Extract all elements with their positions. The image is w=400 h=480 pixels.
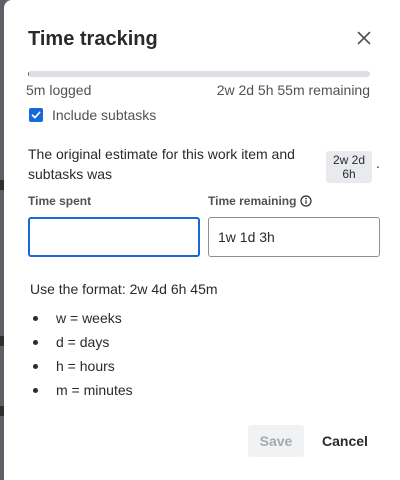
estimate-trailing-period: . — [376, 155, 380, 171]
time-remaining-input[interactable] — [208, 217, 380, 257]
list-item: d = days — [30, 330, 133, 354]
list-item: w = weeks — [30, 306, 133, 330]
save-button[interactable]: Save — [248, 425, 304, 457]
time-logged-progress-bar — [28, 71, 370, 77]
time-spent-label: Time spent — [28, 194, 92, 208]
time-logged-label: 5m logged — [26, 82, 92, 98]
cancel-button[interactable]: Cancel — [312, 425, 378, 457]
check-icon — [31, 111, 41, 119]
time-remaining-summary: 2w 2d 5h 55m remaining — [216, 82, 370, 98]
list-item: m = minutes — [30, 378, 133, 402]
estimate-value-line1: 2w 2d — [332, 153, 366, 167]
time-remaining-label: Time remaining — [208, 193, 313, 209]
info-icon[interactable] — [300, 195, 313, 207]
close-icon — [356, 30, 372, 51]
time-unit-list: w = weeks d = days h = hours m = minutes — [30, 306, 133, 402]
time-spent-input[interactable] — [28, 217, 200, 257]
list-item: h = hours — [30, 354, 133, 378]
time-tracking-dialog: Time tracking 5m logged 2w 2d 5h 55m rem… — [4, 0, 400, 480]
original-estimate-badge: 2w 2d 6h — [326, 151, 372, 183]
estimate-value-line2: 6h — [342, 167, 356, 181]
progress-fill — [28, 71, 30, 77]
include-subtasks-label: Include subtasks — [52, 107, 157, 123]
format-hint: Use the format: 2w 4d 6h 45m — [30, 281, 218, 297]
close-button[interactable] — [352, 28, 376, 52]
dialog-title: Time tracking — [28, 28, 158, 50]
include-subtasks-checkbox[interactable] — [29, 108, 43, 122]
include-subtasks-row[interactable]: Include subtasks — [28, 106, 156, 124]
original-estimate-text: The original estimate for this work item… — [28, 146, 295, 182]
